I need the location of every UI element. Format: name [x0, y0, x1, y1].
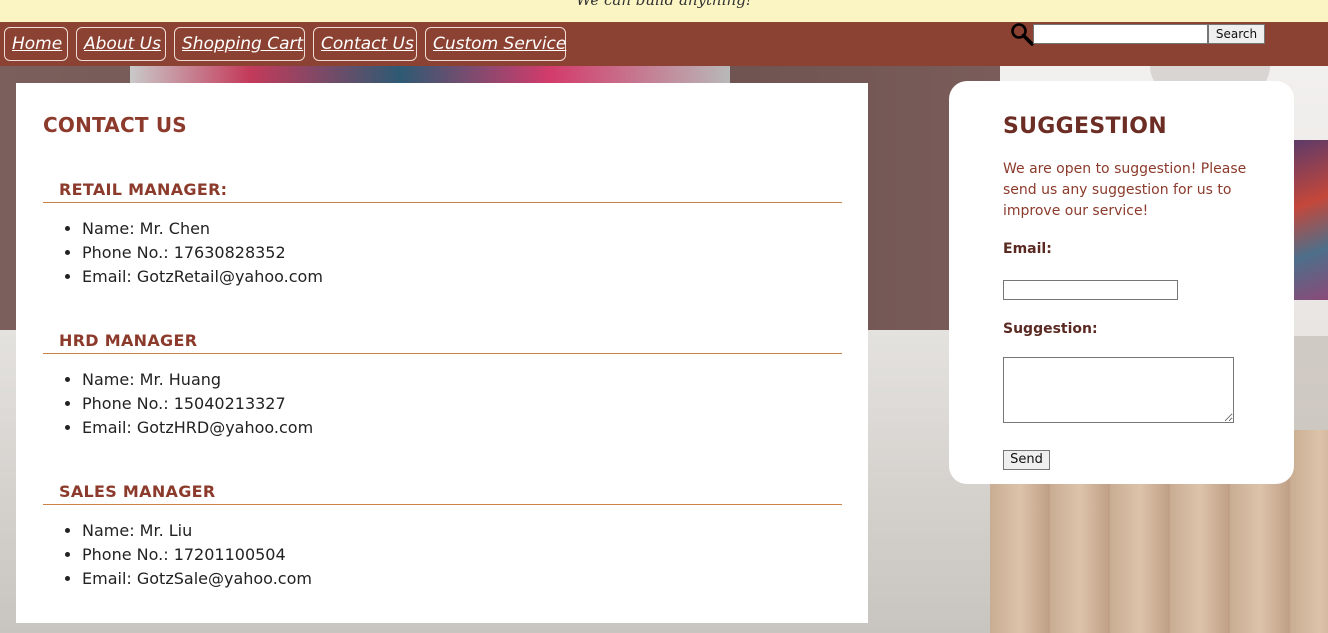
- section-heading: RETAIL MANAGER:: [43, 180, 842, 203]
- suggestion-textarea[interactable]: [1003, 357, 1234, 423]
- contact-panel: CONTACT US RETAIL MANAGER: Name: Mr. Che…: [16, 83, 868, 623]
- background-painting: [130, 66, 730, 84]
- nav-item-about-us[interactable]: About Us: [76, 27, 166, 61]
- contact-email: Email: GotzHRD@yahoo.com: [82, 416, 842, 440]
- contact-title: CONTACT US: [43, 113, 187, 137]
- suggestion-description: We are open to suggestion! Please send u…: [1003, 161, 1247, 219]
- nav-item-custom-service[interactable]: Custom Service: [425, 27, 566, 61]
- suggestion-label: Suggestion:: [1003, 321, 1098, 337]
- contact-name: Name: Mr. Liu: [82, 519, 842, 543]
- send-button[interactable]: Send: [1003, 450, 1050, 470]
- contact-name: Name: Mr. Huang: [82, 368, 842, 392]
- top-banner: We can build anything!: [0, 0, 1328, 22]
- section-heading: SALES MANAGER: [43, 482, 842, 505]
- search-input[interactable]: [1033, 24, 1208, 44]
- contact-email: Email: GotzSale@yahoo.com: [82, 567, 842, 591]
- contact-phone: Phone No.: 17630828352: [82, 241, 842, 265]
- contact-section-hrd: HRD MANAGER Name: Mr. Huang Phone No.: 1…: [43, 331, 842, 440]
- contact-section-retail: RETAIL MANAGER: Name: Mr. Chen Phone No.…: [43, 180, 842, 289]
- contact-phone: Phone No.: 15040213327: [82, 392, 842, 416]
- suggestion-title: SUGGESTION: [1003, 114, 1168, 139]
- search-button[interactable]: Search: [1208, 24, 1265, 44]
- suggestion-panel: SUGGESTION We are open to suggestion! Pl…: [949, 81, 1294, 484]
- email-label: Email:: [1003, 241, 1052, 257]
- nav-item-shopping-cart[interactable]: Shopping Cart: [174, 27, 305, 61]
- background-painting-right: [1290, 140, 1328, 300]
- contact-details-list: Name: Mr. Chen Phone No.: 17630828352 Em…: [43, 217, 842, 289]
- contact-phone: Phone No.: 17201100504: [82, 543, 842, 567]
- nav-item-home[interactable]: Home: [4, 27, 68, 61]
- contact-details-list: Name: Mr. Huang Phone No.: 15040213327 E…: [43, 368, 842, 440]
- tagline: We can build anything!: [576, 0, 752, 9]
- nav-bar: Home About Us Shopping Cart Contact Us C…: [0, 22, 1328, 66]
- contact-email: Email: GotzRetail@yahoo.com: [82, 265, 842, 289]
- section-heading: HRD MANAGER: [43, 331, 842, 354]
- contact-section-sales: SALES MANAGER Name: Mr. Liu Phone No.: 1…: [43, 482, 842, 591]
- nav-item-contact-us[interactable]: Contact Us: [313, 27, 417, 61]
- contact-name: Name: Mr. Chen: [82, 217, 842, 241]
- email-field[interactable]: [1003, 280, 1178, 300]
- contact-details-list: Name: Mr. Liu Phone No.: 17201100504 Ema…: [43, 519, 842, 591]
